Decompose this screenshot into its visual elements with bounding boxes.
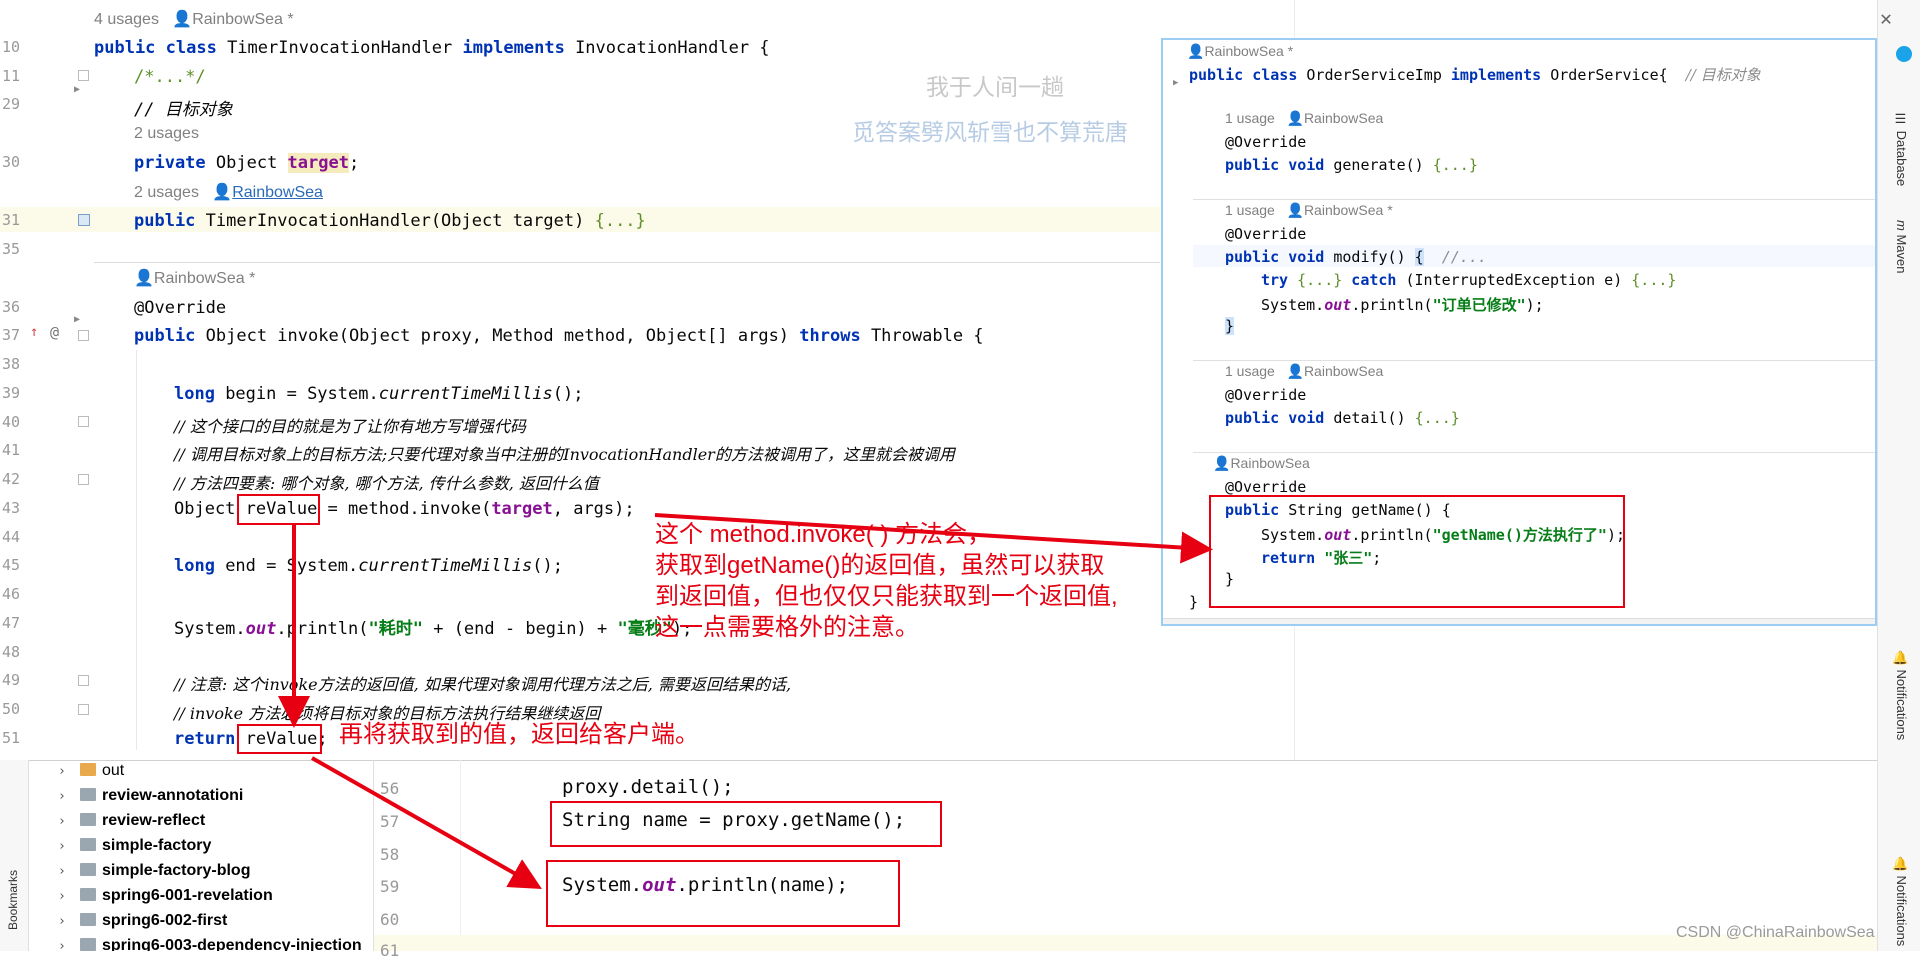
arrow-to-getname	[654, 513, 1213, 564]
arrow-to-println	[311, 756, 542, 889]
csdn-watermark: CSDN @ChinaRainbowSea	[1676, 924, 1875, 941]
annotation-arrows	[278, 513, 1213, 889]
